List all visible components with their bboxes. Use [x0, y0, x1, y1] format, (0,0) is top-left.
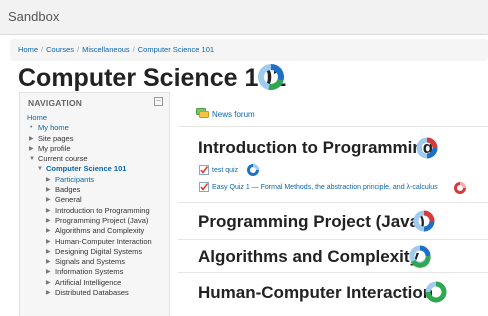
- chevron-right-icon: ▶: [46, 290, 51, 297]
- section-progress-icon: [409, 245, 431, 268]
- navigation-list: Home • My home ▶ Site pages ▶ My profile ▼ C…: [20, 113, 169, 298]
- navigation-heading: NAVIGATION: [28, 98, 83, 108]
- section-title: Human-Computer Interaction: [198, 283, 434, 302]
- site-name[interactable]: Sandbox: [8, 9, 59, 24]
- activity-link[interactable]: test quiz: [212, 167, 238, 174]
- chevron-right-icon: ▶: [46, 238, 51, 245]
- section-progress-icon: [416, 137, 438, 159]
- chevron-right-icon: ▶: [46, 269, 51, 276]
- nav-item-section[interactable]: ▶ Algorithms and Complexity: [20, 226, 169, 236]
- nav-item-section[interactable]: ▶ Information Systems: [20, 267, 169, 277]
- breadcrumb-separator: /: [132, 45, 135, 54]
- chevron-right-icon: ▶: [29, 145, 34, 152]
- nav-item-site-pages[interactable]: ▶ Site pages: [20, 134, 169, 144]
- section-progress-icon: [425, 281, 447, 303]
- chevron-down-icon: ▼: [37, 166, 43, 173]
- breadcrumb-courses[interactable]: Courses: [46, 45, 74, 54]
- chevron-right-icon: ▶: [46, 187, 51, 194]
- nav-item-participants[interactable]: ▶ Participants: [20, 175, 169, 185]
- nav-item-section[interactable]: ▶ Introduction to Programming: [20, 206, 169, 216]
- breadcrumb-home[interactable]: Home: [10, 45, 38, 54]
- chevron-right-icon: ▶: [46, 197, 51, 204]
- nav-item-course[interactable]: ▼ Computer Science 101: [20, 164, 169, 174]
- section-title: Introduction to Programming: [198, 138, 434, 157]
- breadcrumb-separator: /: [41, 45, 44, 54]
- chevron-right-icon: ▶: [46, 228, 51, 235]
- section-progress-icon: [413, 210, 435, 232]
- nav-item-section[interactable]: ▶ Signals and Systems: [20, 257, 169, 267]
- nav-item-section[interactable]: ▶ Human-Computer Interaction: [20, 237, 169, 247]
- breadcrumb: Home / Courses / Miscellaneous / Computer Scie…: [10, 39, 488, 61]
- section-divider: [178, 239, 488, 240]
- activity-progress-icon: [454, 182, 466, 194]
- nav-item-section[interactable]: ▶ Distributed Databases: [20, 288, 169, 298]
- nav-item-general[interactable]: ▶ General: [20, 195, 169, 205]
- quiz-icon: [199, 165, 209, 175]
- chevron-right-icon: ▶: [46, 207, 51, 214]
- nav-item-my-home[interactable]: • My home: [20, 123, 169, 133]
- breadcrumb-separator: /: [77, 45, 80, 54]
- section-title: Programming Project (Java): [198, 212, 425, 231]
- navigation-block: NAVIGATION – Home • My home ▶ Site pages ▶…: [19, 92, 170, 316]
- nav-item-home[interactable]: Home: [20, 113, 169, 123]
- forum-icon: [196, 108, 209, 118]
- breadcrumb-miscellaneous[interactable]: Miscellaneous: [82, 45, 130, 54]
- top-bar: Sandbox: [0, 0, 488, 35]
- nav-item-current-course[interactable]: ▼ Current course: [20, 154, 169, 164]
- chevron-right-icon: ▶: [46, 248, 51, 255]
- collapse-icon[interactable]: –: [154, 97, 163, 106]
- activity-link[interactable]: Easy Quiz 1 — Formal Methods, the abstra…: [212, 184, 438, 191]
- chevron-right-icon: ▶: [46, 259, 51, 266]
- chevron-down-icon: ▼: [29, 156, 35, 163]
- news-forum-link[interactable]: News forum: [212, 110, 255, 119]
- nav-item-section[interactable]: ▶ Programming Project (Java): [20, 216, 169, 226]
- nav-item-section[interactable]: ▶ Designing Digital Systems: [20, 247, 169, 257]
- chevron-right-icon: ▶: [46, 176, 51, 183]
- chevron-right-icon: ▶: [46, 217, 51, 224]
- bullet-icon: •: [30, 124, 33, 132]
- nav-item-my-profile[interactable]: ▶ My profile: [20, 144, 169, 154]
- section-divider: [178, 272, 488, 273]
- chevron-right-icon: ▶: [46, 279, 51, 286]
- activity-progress-icon: [247, 164, 259, 176]
- course-progress-icon: [258, 64, 284, 90]
- quiz-icon: [199, 182, 209, 192]
- nav-item-badges[interactable]: ▶ Badges: [20, 185, 169, 195]
- section-divider: [178, 126, 488, 127]
- nav-item-section[interactable]: ▶ Artificial Intelligence: [20, 278, 169, 288]
- chevron-right-icon: ▶: [29, 135, 34, 142]
- section-title: Algorithms and Complexity: [198, 247, 420, 266]
- breadcrumb-current[interactable]: Computer Science 101: [138, 45, 214, 54]
- page-title: Computer Science 101: [18, 64, 287, 92]
- section-divider: [178, 202, 488, 203]
